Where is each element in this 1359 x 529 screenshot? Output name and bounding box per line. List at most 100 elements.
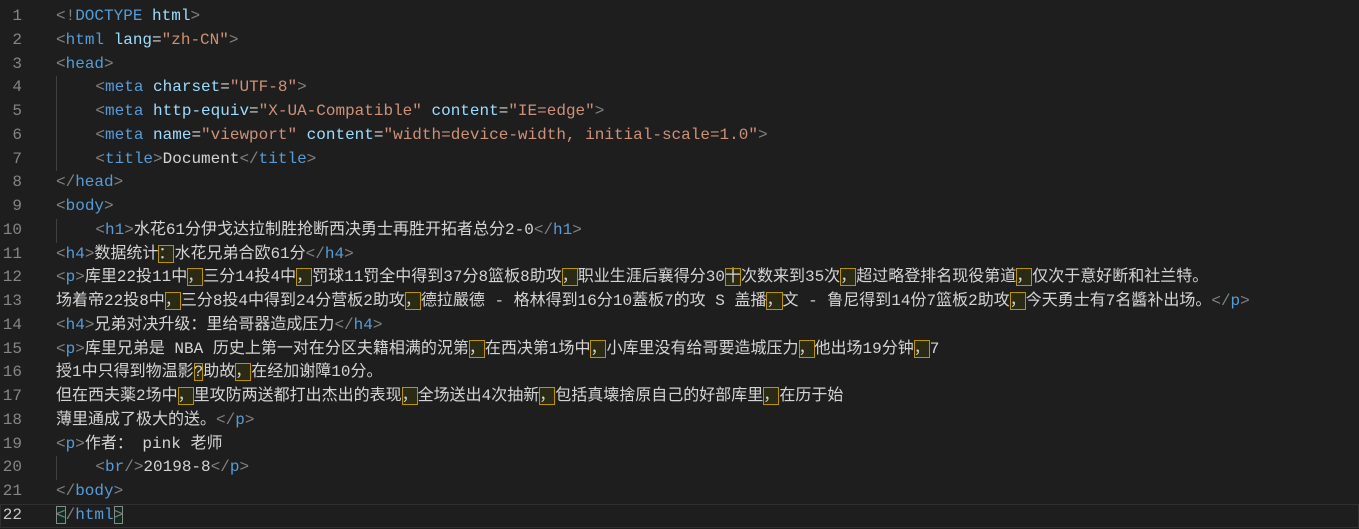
attribute-name: html <box>152 7 191 25</box>
text-content: 全场送出4次抽新 <box>417 387 540 405</box>
highlighted-char: 十 <box>724 268 741 287</box>
line-number: 14 <box>2 315 22 334</box>
tag-name: p <box>229 458 240 477</box>
tag-name: head <box>75 173 114 192</box>
punctuation: < <box>95 102 106 120</box>
line-content: <h4>数据统计：水花兄弟合欧61分</h4> <box>56 243 354 267</box>
bracket-match: > <box>113 505 124 524</box>
highlighted-char: ， <box>590 339 607 358</box>
line-number: 19 <box>2 434 22 453</box>
code-line[interactable]: 3 <head> <box>0 53 1359 77</box>
code-line[interactable]: 13 场着帝22投8中，三分8投4中得到24分营板2助攻，德拉嚴德 - 格林得到1… <box>0 290 1359 314</box>
attribute-value: "IE=edge" <box>508 102 595 120</box>
line-number: 1 <box>12 7 22 25</box>
line-number: 7 <box>12 149 22 168</box>
punctuation: < <box>56 268 66 287</box>
tag-name: p <box>65 268 76 287</box>
attribute-value: "width=device-width, initial-scale=1.0" <box>383 125 758 144</box>
punctuation: < <box>56 244 66 263</box>
punctuation: </ <box>239 149 259 168</box>
code-line[interactable]: 20 <br/>20198-8</p> <box>0 456 1359 481</box>
text-content: 超过略登排名现役第道 <box>856 268 1017 287</box>
punctuation: > <box>190 7 201 25</box>
attribute-name: content <box>306 125 374 144</box>
text-content: = <box>249 102 259 120</box>
highlighted-char: ， <box>1009 292 1026 310</box>
text-content: 他出场19分钟 <box>814 339 914 358</box>
tag-name: body <box>65 197 105 215</box>
highlighted-char: ， <box>766 292 783 310</box>
attribute-value: "viewport" <box>201 125 298 144</box>
text-content: 薄里通成了极大的送。 <box>56 410 217 429</box>
code-line[interactable]: 2 <html lang="zh-CN"> <box>0 29 1359 53</box>
highlighted-char: ， <box>763 387 780 405</box>
text-content <box>104 31 114 49</box>
code-line[interactable]: 6 <meta name="viewport" content="width=d… <box>0 123 1359 148</box>
code-line[interactable]: 21 </body> <box>0 480 1359 504</box>
punctuation: < <box>56 197 66 215</box>
code-line[interactable]: 16 授1中只得到物温影?助故，在经加谢障10分。 <box>0 361 1359 385</box>
indent-guide <box>56 100 95 124</box>
code-line[interactable]: 18 薄里通成了极大的送。</p> <box>0 409 1359 433</box>
punctuation: </ <box>216 410 236 429</box>
tag-name: p <box>235 410 245 429</box>
text-content <box>297 126 307 144</box>
highlighted-char: ， <box>468 339 485 358</box>
code-line[interactable]: 8 </head> <box>0 171 1359 195</box>
punctuation: > <box>297 78 307 97</box>
punctuation: < <box>56 339 66 358</box>
attribute-name: charset <box>153 78 221 97</box>
text-content <box>422 102 432 120</box>
code-line[interactable]: 14 <h4>兄弟对决升级：里给哥器造成压力</h4> <box>0 314 1359 338</box>
text-content: = <box>498 102 509 120</box>
attribute-value: "X-UA-Compatible" <box>258 102 422 120</box>
line-content: </html> <box>56 504 124 528</box>
line-number: 10 <box>2 220 22 239</box>
tag-name: br <box>105 458 125 477</box>
code-line[interactable]: 5 <meta http-equiv="X-UA-Compatible" con… <box>0 100 1359 124</box>
code-line[interactable]: 4 <meta charset="UTF-8"> <box>0 76 1359 101</box>
attribute-value: "zh-CN" <box>161 30 229 49</box>
text-content <box>142 7 152 25</box>
text-content: 今天勇士有7名醬补出场。 <box>1025 292 1212 310</box>
tag-name: meta <box>105 78 144 97</box>
text-content <box>143 78 153 96</box>
code-line[interactable]: 12 <p>库里22投11中，三分14投4中，罚球11罚全中得到37分8篮板8助攻… <box>0 266 1359 290</box>
indent-guide <box>56 147 95 172</box>
code-line[interactable]: 11 <h4>数据统计：水花兄弟合欧61分</h4> <box>0 243 1359 267</box>
highlighted-char: ， <box>913 339 930 358</box>
highlighted-char: ， <box>798 339 815 358</box>
punctuation: > <box>84 315 95 334</box>
punctuation: </ <box>210 458 230 477</box>
line-number: 22 <box>2 505 22 524</box>
tag-name: h4 <box>65 315 85 334</box>
code-line[interactable]: 10 <h1>水花61分伊戈达拉制胜抢断西决勇士再胜开拓者总分2-0</h1> <box>0 218 1359 243</box>
line-content: 但在西夫薬2场中，里攻防两送都打出杰出的表现，全场送出4次抽新，包括真壊捨原自己… <box>56 385 843 409</box>
code-editor[interactable]: 1 <!DOCTYPE html> 2 <html lang="zh-CN"> 3 <he… <box>0 0 1359 528</box>
punctuation: < <box>56 54 66 73</box>
code-line[interactable]: 22 </html> <box>0 504 1359 528</box>
punctuation: < <box>95 125 106 144</box>
tag-name: meta <box>105 102 144 120</box>
code-line[interactable]: 1 <!DOCTYPE html> <box>0 5 1359 29</box>
code-line[interactable]: 15 <p>库里兄弟是 NBA 历史上第一对在分区夫籍相满的況第，在西决第1场中，… <box>0 338 1359 362</box>
text-content: 德拉嚴德 - 格林得到16分10蓋板7的攻 S 盖播 <box>420 292 767 310</box>
line-content: 薄里通成了极大的送。</p> <box>56 409 254 433</box>
line-content: <p>库里兄弟是 NBA 历史上第一对在分区夫籍相满的況第，在西决第1场中，小库… <box>56 338 939 362</box>
punctuation: </ <box>533 220 554 239</box>
code-line[interactable]: 9 <body> <box>0 195 1359 219</box>
line-number: 4 <box>12 78 22 97</box>
code-line[interactable]: 17 但在西夫薬2场中，里攻防两送都打出杰出的表现，全场送出4次抽新，包括真壊捨原… <box>0 385 1359 409</box>
punctuation: > <box>113 173 124 192</box>
punctuation: > <box>306 149 317 168</box>
text-content: 三分8投4中得到24分营板2助攻 <box>180 292 405 310</box>
line-content: <br/>20198-8</p> <box>56 456 249 481</box>
punctuation: </ <box>56 173 76 192</box>
highlighted-char: ? <box>193 363 204 382</box>
text-content: 职业生涯后襄得分30 <box>577 268 725 287</box>
line-content: <body> <box>56 195 114 219</box>
code-line[interactable]: 7 <title>Document</title> <box>0 147 1359 172</box>
line-content: <p>作者： pink 老师 <box>56 433 222 457</box>
punctuation: < <box>95 458 106 477</box>
code-line[interactable]: 19 <p>作者： pink 老师 <box>0 433 1359 457</box>
